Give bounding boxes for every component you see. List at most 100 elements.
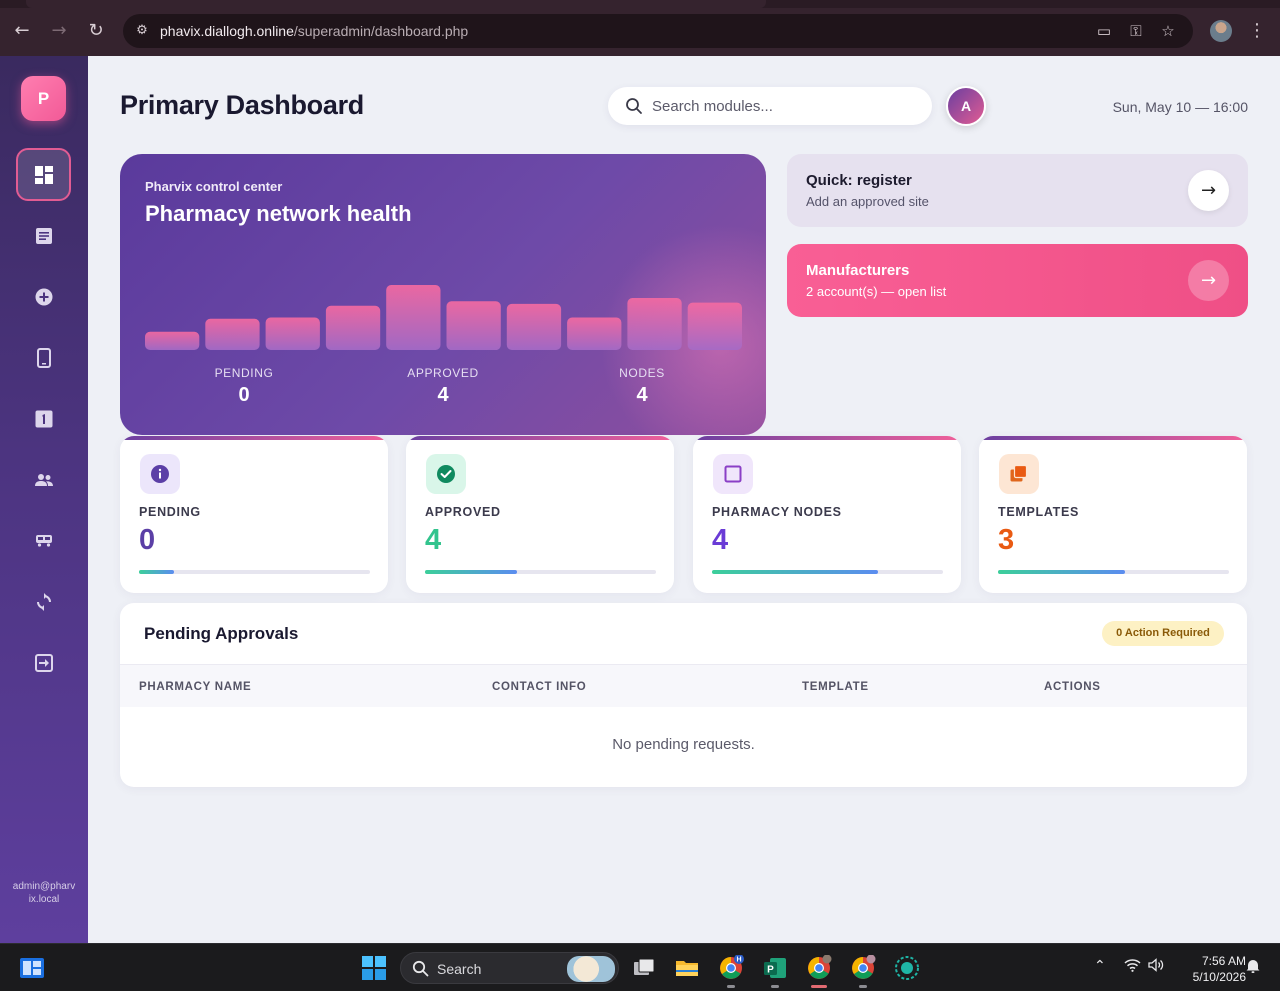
card-accent-bar (693, 436, 961, 440)
hero-bar (687, 302, 742, 350)
card-accent-bar (406, 436, 674, 440)
stat-label: APPROVED (425, 505, 501, 519)
hero-bar (265, 317, 320, 350)
hero-bar (325, 305, 381, 350)
table-header: PHARMACY NAME CONTACT INFO TEMPLATE ACTI… (120, 664, 1247, 707)
pending-approvals-title: Pending Approvals (144, 624, 299, 643)
sidebar-item-sync[interactable] (16, 575, 71, 628)
hero-stat-value: 4 (636, 384, 648, 406)
widgets-icon[interactable] (19, 956, 45, 980)
app-logo[interactable]: P (21, 76, 66, 121)
address-bar[interactable]: ⚙ phavix.diallogh.online/superadmin/dash… (123, 14, 1193, 48)
hero-stat-nodes: NODES 4 (582, 366, 702, 407)
column-pharmacy-name[interactable]: PHARMACY NAME (139, 681, 251, 693)
logout-icon (16, 636, 71, 689)
sidebar-item-users[interactable] (16, 453, 71, 506)
column-actions[interactable]: ACTIONS (1044, 681, 1101, 693)
column-contact-info[interactable]: CONTACT INFO (492, 681, 586, 693)
quick-register-card[interactable]: Quick: register Add an approved site → (787, 154, 1248, 227)
header-datetime: Sun, May 10 — 16:00 (1112, 99, 1248, 115)
arrow-right-icon[interactable]: → (1188, 260, 1229, 301)
user-avatar[interactable]: A (946, 86, 986, 126)
stat-value: 3 (998, 524, 1015, 556)
publisher-icon[interactable]: P (762, 955, 788, 988)
arrow-right-icon[interactable]: → (1188, 170, 1229, 211)
install-app-icon[interactable]: ▭ (1094, 21, 1114, 41)
check-circle-icon (426, 454, 466, 494)
taskbar-search[interactable]: Search (400, 952, 619, 984)
sidebar-item-logout[interactable] (16, 636, 71, 689)
screen-recorder-icon[interactable] (894, 955, 920, 981)
sidebar-item-transit[interactable] (16, 514, 71, 567)
search-box[interactable] (608, 87, 932, 125)
stat-label: TEMPLATES (998, 505, 1080, 519)
signed-in-user-email: admin@pharvix.local (12, 881, 76, 905)
browser-toolbar: ← → ↻ ⚙ phavix.diallogh.online/superadmi… (0, 0, 1280, 56)
progress-fill (998, 570, 1126, 574)
hero-bar (386, 285, 441, 350)
reload-icon[interactable]: ↻ (83, 18, 109, 44)
url-text[interactable]: phavix.diallogh.online/superadmin/dashbo… (160, 23, 468, 39)
sidebar-item-numbers[interactable] (16, 392, 71, 445)
running-indicator (811, 985, 827, 988)
chrome-active-icon[interactable] (806, 954, 832, 988)
chrome-profile-h-icon[interactable]: H (718, 954, 744, 988)
password-key-icon[interactable]: ⚿ (1126, 21, 1146, 41)
stat-label: PENDING (139, 505, 201, 519)
progress-fill (425, 570, 518, 574)
card-accent-bar (979, 436, 1247, 440)
bookmark-star-icon[interactable]: ☆ (1158, 21, 1178, 41)
add-circle-icon (16, 270, 71, 323)
hero-bar (506, 303, 562, 350)
hero-bar (627, 298, 682, 350)
document-list-icon (16, 209, 71, 262)
column-template[interactable]: TEMPLATE (802, 681, 869, 693)
browser-menu-icon[interactable]: ⋮ (1248, 18, 1266, 44)
taskbar-clock[interactable]: 7:56 AM 5/10/2026 (1176, 953, 1246, 985)
sidebar-item-documents[interactable] (16, 209, 71, 262)
svg-text:P: P (767, 965, 774, 976)
search-input[interactable] (652, 95, 912, 117)
volume-icon[interactable] (1148, 958, 1164, 976)
card-accent-bar (120, 436, 388, 440)
hero-bar-sparkline (145, 285, 742, 350)
quick-card-title: Manufacturers (806, 262, 910, 279)
chrome-profile-icon[interactable] (850, 954, 876, 988)
info-icon (140, 454, 180, 494)
layers-icon (999, 454, 1039, 494)
hero-stat-value: 4 (437, 384, 449, 406)
forward-arrow-icon[interactable]: → (46, 18, 72, 44)
sidebar-item-dashboard[interactable] (16, 148, 71, 201)
wifi-icon[interactable] (1124, 958, 1141, 976)
tab-strip (0, 0, 1280, 8)
windows-start-icon[interactable] (362, 956, 386, 980)
running-indicator (771, 985, 779, 988)
hero-stat-approved: APPROVED 4 (383, 366, 503, 407)
quick-card-title: Quick: register (806, 172, 912, 189)
sync-icon (16, 575, 71, 628)
sidebar-item-add[interactable] (16, 270, 71, 323)
sidebar-item-devices[interactable] (16, 331, 71, 384)
main-content: Primary Dashboard A Sun, May 10 — 16:00 … (88, 56, 1280, 943)
active-tab[interactable] (26, 0, 766, 8)
stat-value: 4 (712, 524, 729, 556)
notification-bell-icon[interactable] (1245, 958, 1261, 978)
search-icon (412, 960, 429, 977)
profile-avatar[interactable] (1210, 20, 1232, 42)
stat-label: PHARMACY NODES (712, 505, 842, 519)
taskbar-time: 7:56 AM (1201, 954, 1246, 968)
stat-card-templates: TEMPLATES 3 (979, 436, 1247, 593)
progress-track (998, 570, 1229, 574)
show-hidden-icons-chevron-icon[interactable]: ⌃ (1094, 958, 1106, 974)
stat-card-approved: APPROVED 4 (406, 436, 674, 593)
mobile-device-icon (16, 331, 71, 384)
site-settings-icon[interactable]: ⚙ (133, 22, 151, 40)
task-view-icon[interactable] (631, 955, 657, 981)
hero-bar (205, 318, 260, 350)
dashboard-icon (18, 150, 69, 199)
file-explorer-icon[interactable] (674, 955, 700, 981)
os-taskbar: Search H P ⌃ 7:56 AM 5/10/2026 (0, 943, 1280, 991)
stat-value: 0 (139, 524, 156, 556)
back-arrow-icon[interactable]: ← (9, 18, 35, 44)
manufacturers-card[interactable]: Manufacturers 2 account(s) — open list → (787, 244, 1248, 317)
